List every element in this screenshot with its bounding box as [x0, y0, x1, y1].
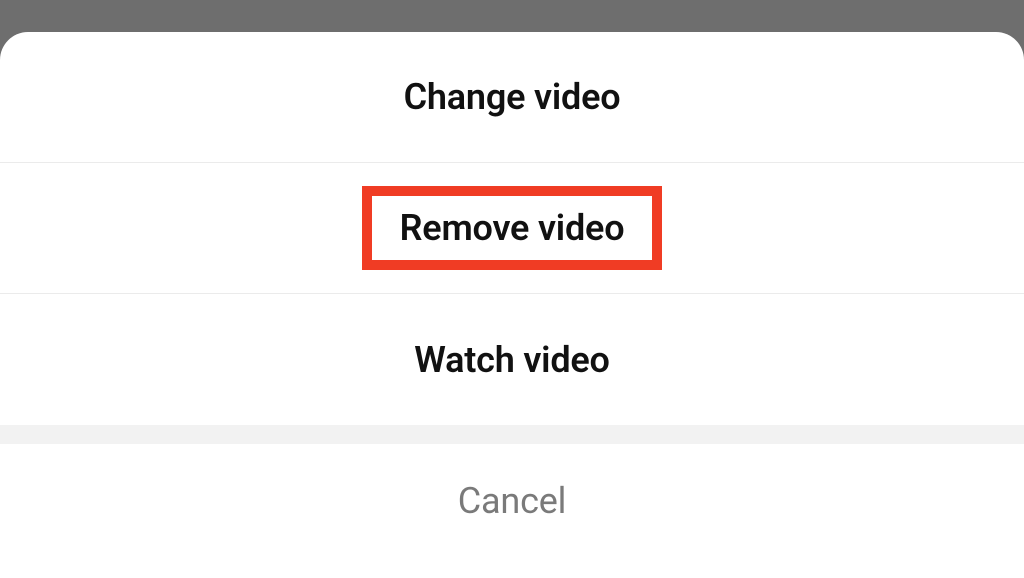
- sheet-separator: [0, 425, 1024, 444]
- option-remove-video[interactable]: Remove video: [0, 163, 1024, 294]
- option-label: Watch video: [414, 339, 609, 381]
- cancel-button[interactable]: Cancel: [0, 444, 1024, 578]
- option-watch-video[interactable]: Watch video: [0, 294, 1024, 425]
- option-change-video[interactable]: Change video: [0, 32, 1024, 163]
- option-label: Change video: [404, 76, 621, 118]
- action-sheet: Change video Remove video Watch video Ca…: [0, 32, 1024, 578]
- cancel-label: Cancel: [458, 480, 566, 522]
- option-label: Remove video: [400, 207, 625, 249]
